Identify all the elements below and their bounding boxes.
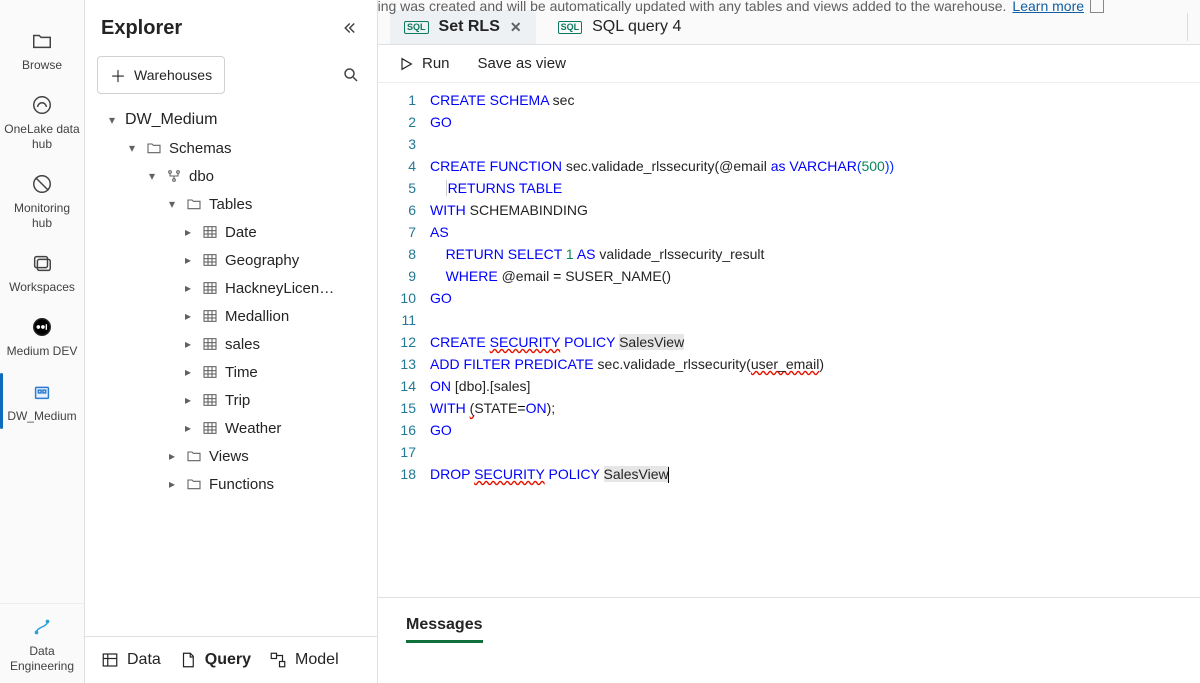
- tree-table-medallion[interactable]: Medallion: [91, 302, 369, 330]
- folder-icon: [185, 447, 203, 465]
- warehouse-icon: [29, 379, 55, 405]
- node-label: Tables: [209, 196, 252, 213]
- rail-label: OneLake data hub: [4, 122, 80, 151]
- medium-icon: [29, 314, 55, 340]
- schema-icon: [165, 167, 183, 185]
- monitor-icon: [29, 171, 55, 197]
- node-label: Schemas: [169, 140, 232, 157]
- footer-tab-data[interactable]: Data: [101, 651, 161, 669]
- run-button[interactable]: Run: [398, 55, 450, 72]
- tree-node-functions[interactable]: Functions: [91, 470, 369, 498]
- rail-onelake[interactable]: OneLake data hub: [0, 82, 84, 161]
- table-icon: [201, 363, 219, 381]
- tree-table-trip[interactable]: Trip: [91, 386, 369, 414]
- workspaces-icon: [29, 250, 55, 276]
- tab-label: Set RLS: [439, 18, 500, 36]
- rail-data-engineering[interactable]: Data Engineering: [0, 603, 84, 683]
- folder-icon: [185, 475, 203, 493]
- search-button[interactable]: [337, 61, 365, 89]
- rail-workspaces[interactable]: Workspaces: [0, 240, 84, 304]
- tree-node-schemas[interactable]: Schemas: [91, 134, 369, 162]
- line-gutter: 123456789101112131415161718: [378, 83, 430, 597]
- tree-node-tables[interactable]: Tables: [91, 190, 369, 218]
- sql-badge-icon: SQL: [404, 21, 429, 34]
- node-label: Time: [225, 364, 258, 381]
- collapse-explorer-button[interactable]: [337, 16, 361, 40]
- folder-icon: [185, 195, 203, 213]
- explorer-footer-tabs: Data Query Model: [85, 636, 377, 683]
- explorer-title: Explorer: [101, 17, 182, 40]
- banner-learn-more-link[interactable]: Learn more: [1012, 0, 1084, 14]
- code-area[interactable]: CREATE SCHEMA sec GO CREATE FUNCTION sec…: [430, 83, 894, 597]
- table-icon: [201, 223, 219, 241]
- tree-node-views[interactable]: Views: [91, 442, 369, 470]
- rail-label: Medium DEV: [7, 344, 78, 358]
- node-label: Date: [225, 224, 257, 241]
- messages-panel: Messages: [378, 597, 1200, 683]
- tree-table-weather[interactable]: Weather: [91, 414, 369, 442]
- tab-label: SQL query 4: [592, 18, 681, 36]
- rail-label: Data Engineering: [4, 644, 80, 673]
- rail-medium-dev[interactable]: Medium DEV: [0, 304, 84, 368]
- footer-tab-model[interactable]: Model: [269, 651, 339, 669]
- tree-node-schema-dbo[interactable]: dbo: [91, 162, 369, 190]
- data-engineering-icon: [29, 614, 55, 640]
- tree-table-sales[interactable]: sales: [91, 330, 369, 358]
- save-as-view-button[interactable]: Save as view: [478, 55, 566, 72]
- table-icon: [201, 391, 219, 409]
- folder-icon: [29, 28, 55, 54]
- explorer-panel: Explorer ＋ Warehouses DW_Medium Schemas …: [85, 0, 378, 683]
- nav-rail: Browse OneLake data hub Monitoring hub W…: [0, 0, 85, 683]
- sql-editor[interactable]: 123456789101112131415161718 CREATE SCHEM…: [378, 83, 1200, 597]
- rail-monitoring[interactable]: Monitoring hub: [0, 161, 84, 240]
- onelake-icon: [29, 92, 55, 118]
- tree-table-hackney[interactable]: HackneyLicen…: [91, 274, 369, 302]
- tree-node-warehouse[interactable]: DW_Medium: [91, 106, 369, 134]
- tree-table-date[interactable]: Date: [91, 218, 369, 246]
- object-tree: DW_Medium Schemas dbo Tables Date Geogra…: [85, 106, 377, 636]
- node-label: HackneyLicen…: [225, 280, 334, 297]
- warehouses-label: Warehouses: [134, 67, 212, 83]
- main-area: SQL Set RLS ✕ SQL SQL query 4 Run Save a…: [378, 0, 1200, 683]
- messages-tab[interactable]: Messages: [406, 616, 483, 643]
- external-link-icon: [1090, 0, 1104, 13]
- table-icon: [201, 335, 219, 353]
- node-label: Geography: [225, 252, 299, 269]
- folder-icon: [145, 139, 163, 157]
- node-label: Weather: [225, 420, 281, 437]
- tree-table-time[interactable]: Time: [91, 358, 369, 386]
- table-icon: [201, 279, 219, 297]
- table-icon: [201, 307, 219, 325]
- table-icon: [201, 419, 219, 437]
- rail-label: DW_Medium: [7, 409, 76, 423]
- rail-label: Monitoring hub: [4, 201, 80, 230]
- node-label: DW_Medium: [125, 111, 217, 129]
- table-icon: [201, 251, 219, 269]
- node-label: sales: [225, 336, 260, 353]
- add-warehouse-button[interactable]: ＋ Warehouses: [97, 56, 225, 94]
- rail-dw-medium[interactable]: DW_Medium: [0, 369, 84, 433]
- node-label: dbo: [189, 168, 214, 185]
- tree-table-geography[interactable]: Geography: [91, 246, 369, 274]
- text-cursor: [668, 467, 669, 483]
- rail-label: Workspaces: [9, 280, 75, 294]
- rail-browse[interactable]: Browse: [0, 18, 84, 82]
- close-icon[interactable]: ✕: [510, 19, 522, 36]
- action-bar: Run Save as view: [378, 45, 1200, 83]
- node-label: Medallion: [225, 308, 289, 325]
- node-label: Views: [209, 448, 249, 465]
- rail-label: Browse: [22, 58, 62, 72]
- footer-tab-query[interactable]: Query: [179, 651, 251, 669]
- plus-icon: ＋: [110, 63, 126, 87]
- sql-badge-icon: SQL: [558, 21, 583, 34]
- node-label: Trip: [225, 392, 250, 409]
- node-label: Functions: [209, 476, 274, 493]
